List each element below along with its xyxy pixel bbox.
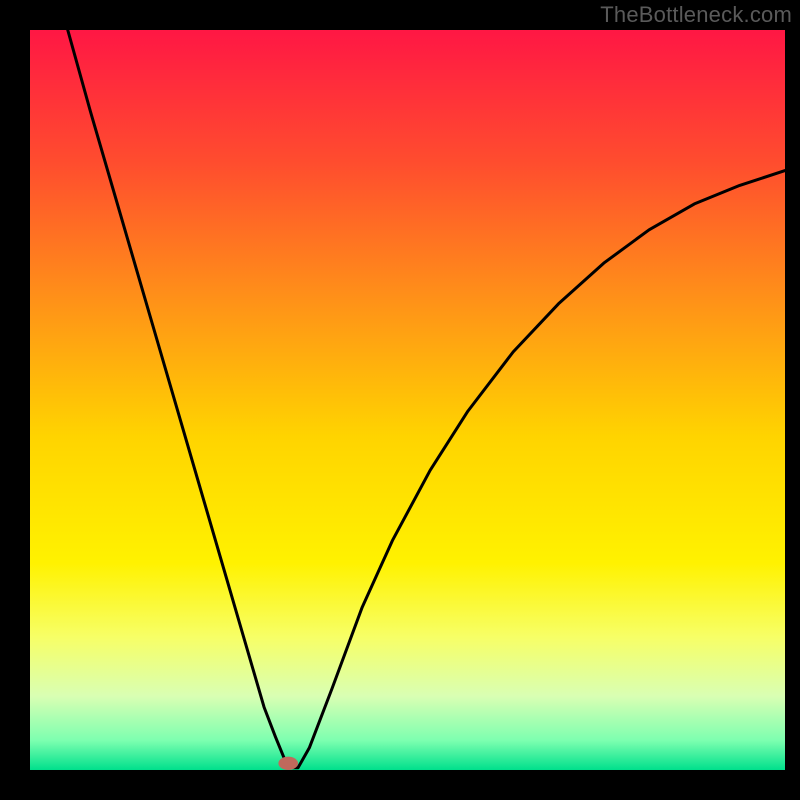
bottleneck-chart [0, 0, 800, 800]
gradient-background [30, 30, 785, 770]
chart-frame: TheBottleneck.com [0, 0, 800, 800]
optimum-marker [278, 757, 298, 770]
